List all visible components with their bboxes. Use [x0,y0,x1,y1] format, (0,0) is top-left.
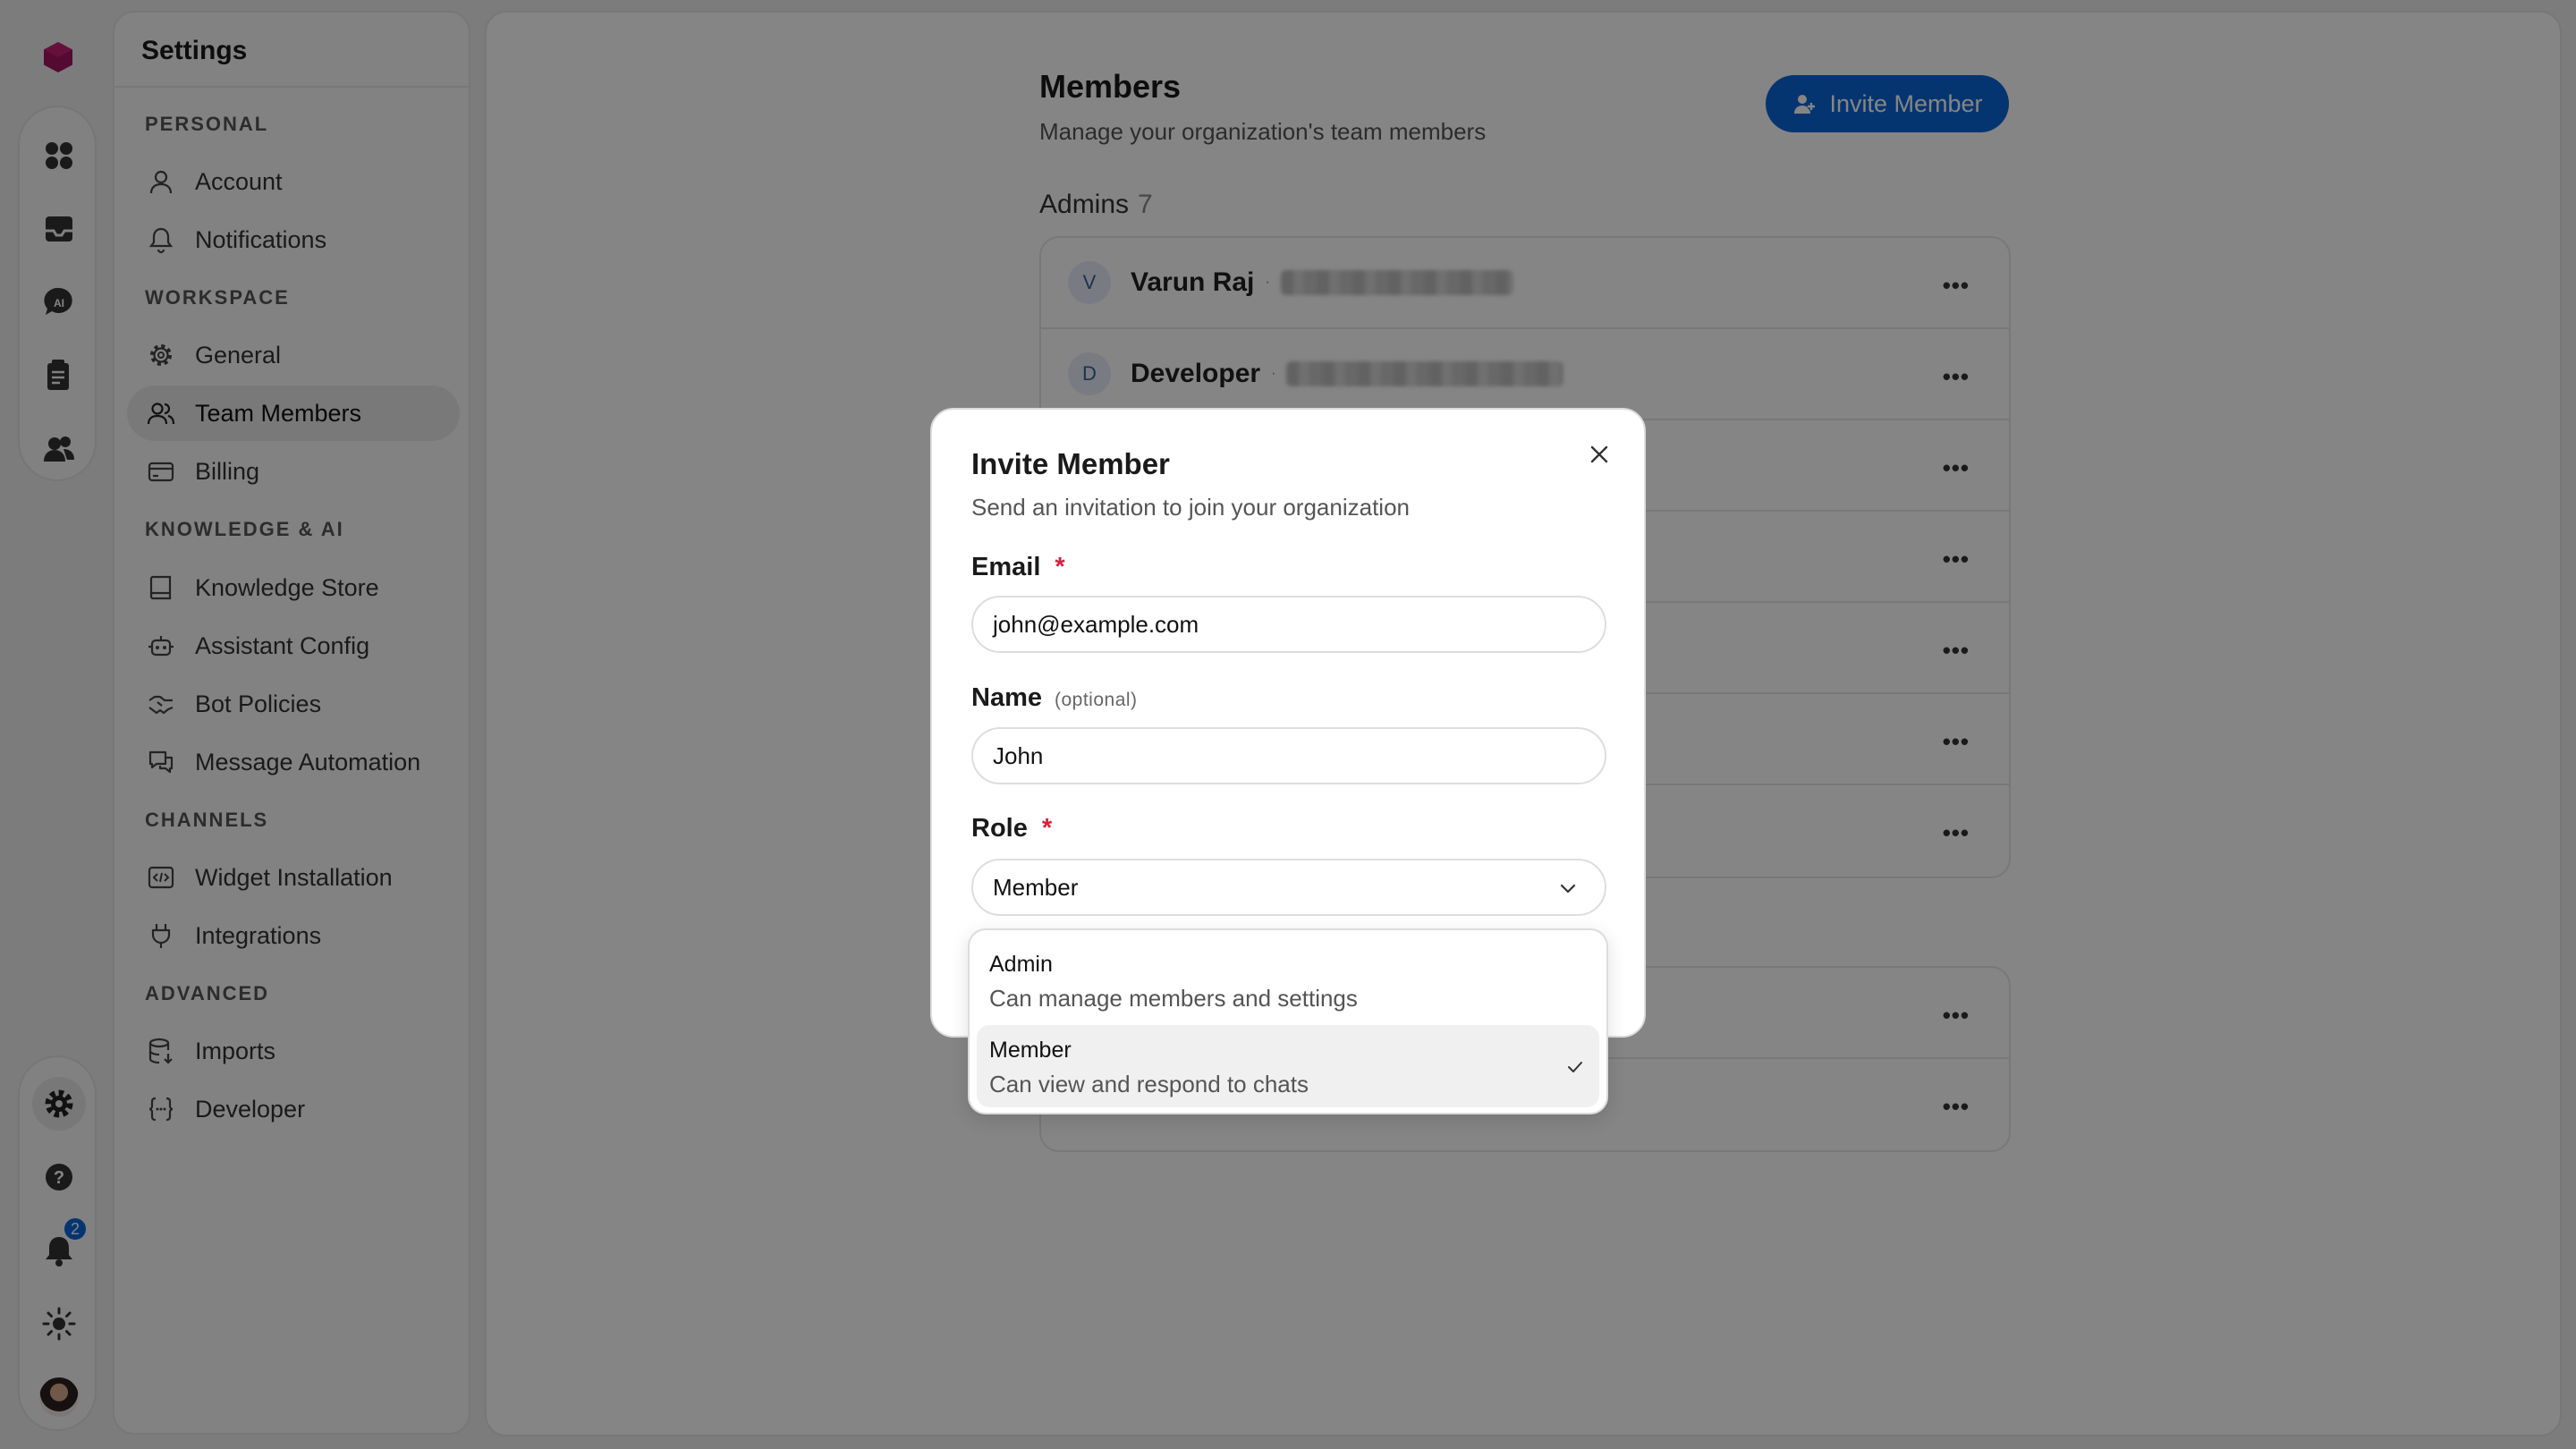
dialog-title: Invite Member [971,447,1170,480]
option-description: Can manage members and settings [989,985,1358,1012]
role-label: Role * [971,814,1053,843]
option-description: Can view and respond to chats [989,1071,1309,1097]
option-label: Admin [989,952,1053,977]
role-option-member[interactable]: Member Can view and respond to chats [977,1025,1599,1107]
close-icon [1590,445,1608,463]
role-dropdown-menu: Admin Can manage members and settings Me… [968,928,1608,1114]
email-label: Email * [971,553,1065,581]
chevron-down-icon [1560,884,1576,894]
dialog-subtitle: Send an invitation to join your organiza… [971,494,1410,521]
role-option-admin[interactable]: Admin Can manage members and settings [977,939,1599,1021]
required-marker: * [1055,553,1065,581]
name-label: Name (optional) [971,683,1138,712]
check-icon [1568,1062,1582,1072]
role-select[interactable]: Member [971,859,1606,916]
close-button[interactable] [1581,436,1617,472]
email-field[interactable]: john@example.com [971,596,1606,653]
required-marker: * [1041,814,1053,843]
option-label: Member [989,1038,1072,1063]
optional-hint: (optional) [1055,690,1138,710]
name-field[interactable]: John [971,727,1606,784]
